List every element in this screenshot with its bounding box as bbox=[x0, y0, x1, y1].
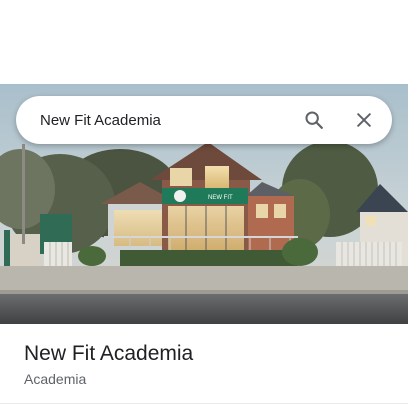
top-blank-area bbox=[0, 0, 408, 84]
search-bar[interactable]: New Fit Academia bbox=[16, 96, 392, 144]
place-category: Academia bbox=[24, 371, 87, 387]
close-button[interactable] bbox=[344, 100, 384, 140]
place-title: New Fit Academia bbox=[24, 342, 194, 365]
search-icon bbox=[305, 111, 323, 129]
place-info: New Fit Academia Academia bbox=[24, 340, 394, 389]
divider bbox=[0, 403, 408, 404]
close-icon bbox=[357, 113, 371, 127]
search-button[interactable] bbox=[294, 100, 334, 140]
photo-sign-text: NEW FIT bbox=[208, 195, 233, 201]
search-input[interactable]: New Fit Academia bbox=[40, 112, 294, 129]
